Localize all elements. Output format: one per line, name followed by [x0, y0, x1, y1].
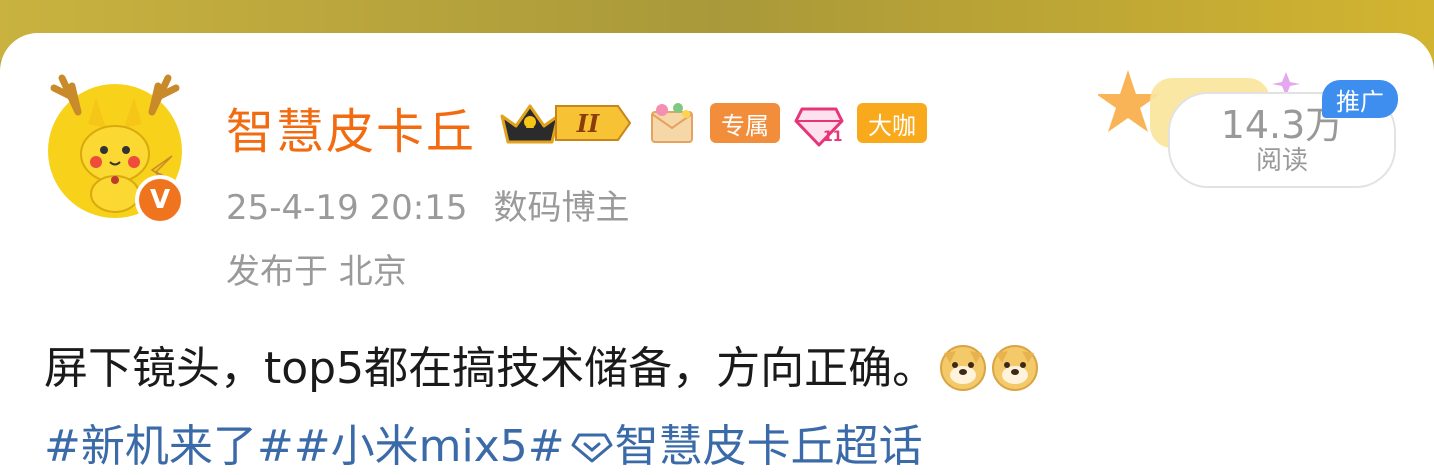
- daka-tag[interactable]: 大咖: [857, 103, 927, 143]
- crown-level-badge-icon[interactable]: II: [498, 98, 634, 148]
- super-topic-diamond-icon[interactable]: [571, 431, 613, 463]
- read-label: 阅读: [1255, 146, 1308, 176]
- envelope-medal-icon[interactable]: [648, 100, 696, 146]
- doge-emoji-icon: [992, 345, 1039, 391]
- level-badge-text: II: [576, 109, 600, 138]
- post-time: 25-4-19 20:15: [226, 188, 468, 228]
- doge-emoji-icon: [940, 345, 987, 391]
- username[interactable]: 智慧皮卡丘: [226, 92, 476, 162]
- verified-badge-icon: V: [135, 175, 185, 225]
- topic-link[interactable]: #小米mix5#: [294, 421, 565, 472]
- topic-tags: #新机来了##小米mix5# 智慧皮卡丘超话: [44, 410, 923, 474]
- post-body: 屏下镜头，top5都在搞技术储备，方向正确。: [44, 332, 1040, 396]
- svg-text:11: 11: [823, 129, 842, 145]
- post-meta: 25-4-19 20:15 数码博主: [226, 180, 630, 229]
- topic-link[interactable]: #新机来了#: [44, 421, 294, 472]
- promo-tag[interactable]: 推广: [1322, 80, 1398, 118]
- post-location: 发布于 北京: [226, 252, 407, 292]
- diamond-vip-icon[interactable]: 11: [794, 101, 844, 147]
- author-role: 数码博主: [493, 188, 630, 228]
- super-topic-link[interactable]: 智慧皮卡丘超话: [615, 421, 923, 472]
- exclusive-tag[interactable]: 专属: [710, 103, 780, 143]
- post-text: 屏下镜头，top5都在搞技术储备，方向正确。: [44, 343, 937, 394]
